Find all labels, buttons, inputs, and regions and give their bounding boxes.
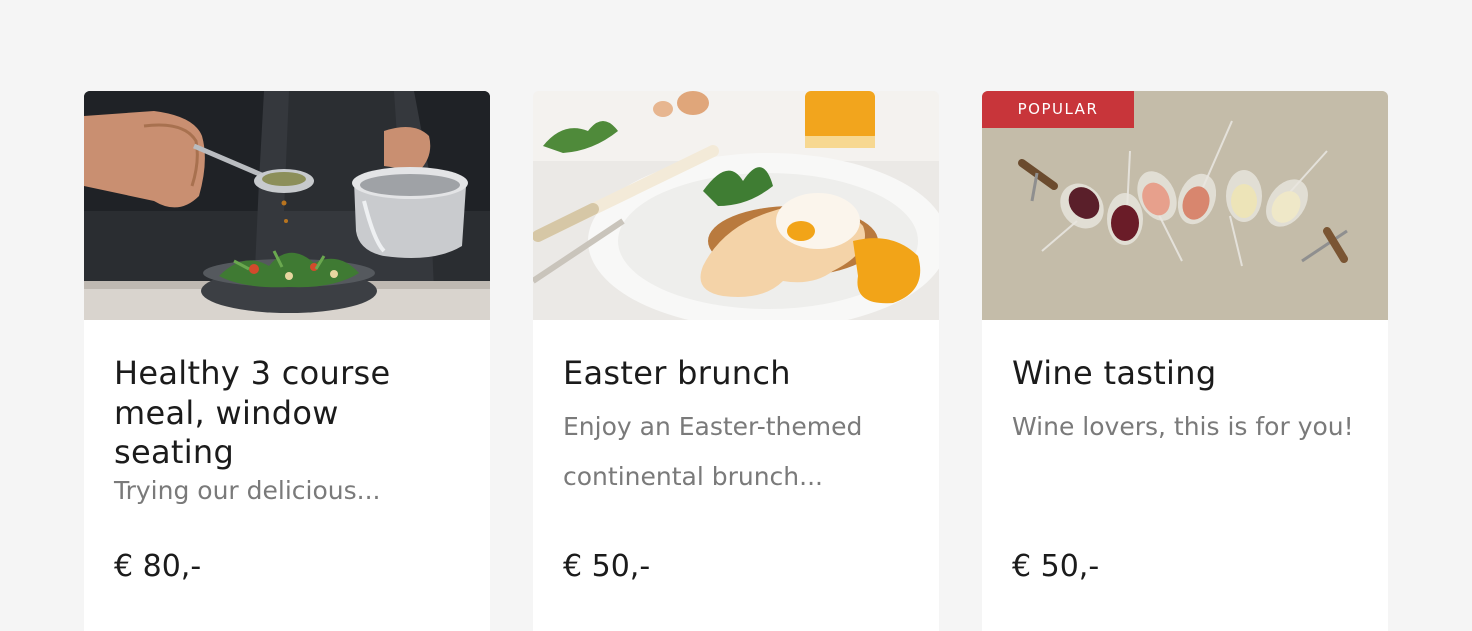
offer-title: Healthy 3 course meal, window seating [114, 354, 391, 471]
offer-description: Trying our delicious... [114, 475, 381, 505]
offer-price: € 50,- [1012, 549, 1100, 584]
offer-description: Enjoy an Easter-themed continental brunc… [563, 411, 863, 491]
offer-image-easter-brunch [533, 91, 939, 320]
offer-card-easter-brunch[interactable]: Easter brunch Enjoy an Easter-themed con… [533, 91, 939, 631]
offer-card-body: Easter brunch Enjoy an Easter-themed con… [533, 320, 939, 502]
offer-image-healthy-meal [84, 91, 490, 320]
popular-badge: POPULAR [982, 91, 1134, 128]
offer-card-body: Wine tasting Wine lovers, this is for yo… [982, 320, 1388, 452]
offer-card-wine-tasting[interactable]: POPULAR Wine tasting Wine lovers, this i… [982, 91, 1388, 631]
offer-card-healthy-meal[interactable]: Healthy 3 course meal, window seating Tr… [84, 91, 490, 631]
offer-price: € 50,- [563, 549, 651, 584]
offer-description: Wine lovers, this is for you! [1012, 411, 1354, 441]
offer-title: Wine tasting [1012, 354, 1217, 392]
offer-cards-list: Healthy 3 course meal, window seating Tr… [84, 91, 1388, 631]
offer-price: € 80,- [114, 549, 202, 584]
offer-image-wine-tasting: POPULAR [982, 91, 1388, 320]
offer-card-body: Healthy 3 course meal, window seating Tr… [84, 320, 490, 509]
offer-title: Easter brunch [563, 354, 791, 392]
